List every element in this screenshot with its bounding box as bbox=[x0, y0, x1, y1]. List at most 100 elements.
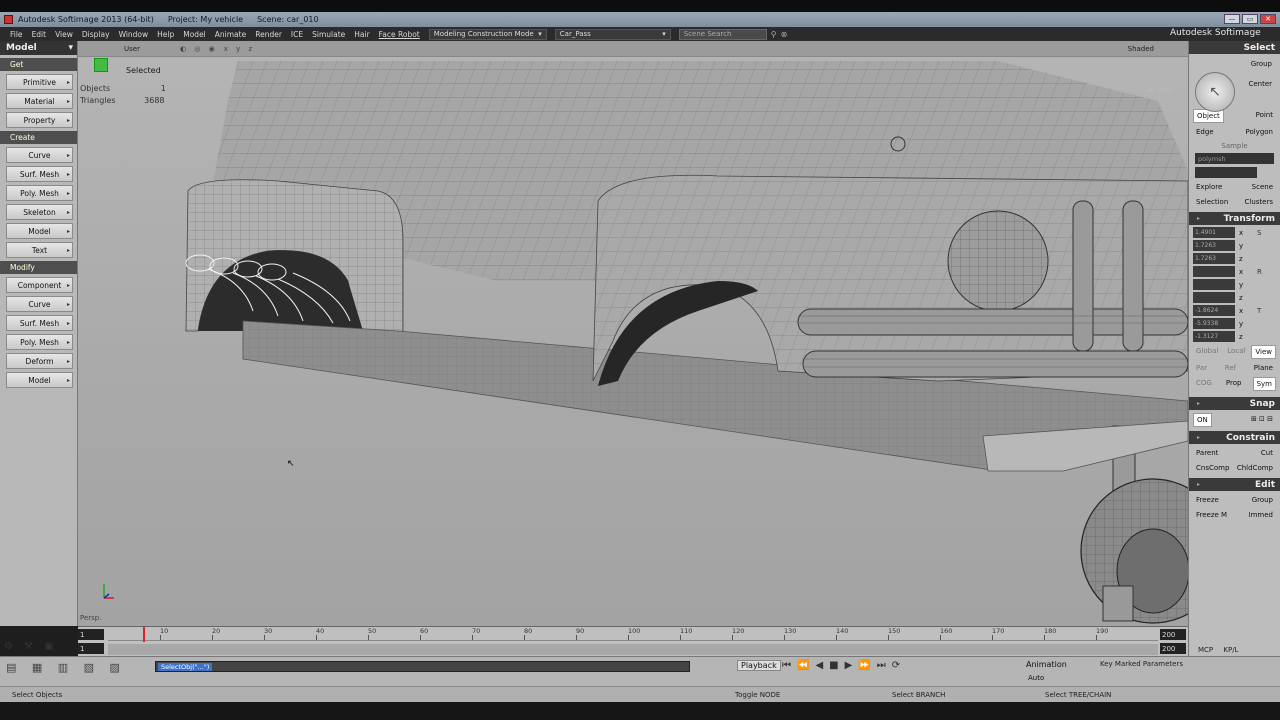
select-row2: Edge Polygon bbox=[1189, 126, 1280, 138]
menu-render[interactable]: Render bbox=[255, 30, 282, 39]
playback-controls-icon[interactable]: ⏮⏪◀■▶⏩⏭⟳ bbox=[782, 660, 906, 671]
prop-button[interactable]: Prop bbox=[1223, 377, 1245, 391]
create-text-button[interactable]: Text bbox=[6, 242, 73, 258]
key-marked-parameters-button[interactable]: Key Marked Parameters bbox=[1100, 660, 1183, 668]
auto-key-toggle[interactable]: Auto bbox=[1028, 674, 1044, 682]
cut-button[interactable]: Cut bbox=[1258, 447, 1276, 459]
polygon-select-button[interactable]: Polygon bbox=[1242, 126, 1276, 138]
scale-x-field[interactable]: 1.4901 bbox=[1193, 227, 1235, 238]
scene-button[interactable]: Scene bbox=[1249, 181, 1276, 193]
scene-search-input[interactable]: Scene Search bbox=[678, 28, 767, 40]
menu-hair[interactable]: Hair bbox=[354, 30, 369, 39]
material-button[interactable]: Material bbox=[6, 93, 73, 109]
snap-on-toggle[interactable]: ON bbox=[1193, 413, 1212, 427]
sym-button[interactable]: Sym bbox=[1252, 377, 1276, 391]
tick-label: 10 bbox=[160, 627, 169, 640]
clear-search-icon[interactable]: ⊗ bbox=[781, 30, 788, 39]
global-button[interactable]: Global bbox=[1193, 345, 1221, 359]
animation-menu[interactable]: Animation bbox=[1026, 660, 1067, 669]
local-button[interactable]: Local bbox=[1224, 345, 1248, 359]
mode-dropdown[interactable]: Modeling Construction Mode ▾ bbox=[428, 28, 547, 40]
cog-button[interactable]: COG bbox=[1193, 377, 1215, 391]
property-button[interactable]: Property bbox=[6, 112, 73, 128]
chldcomp-button[interactable]: ChldComp bbox=[1234, 462, 1276, 474]
point-select-button[interactable]: Point bbox=[1253, 109, 1276, 123]
modify-curve-button[interactable]: Curve bbox=[6, 296, 73, 312]
close-button[interactable]: ✕ bbox=[1260, 14, 1276, 24]
pass-dropdown[interactable]: Car_Pass ▾ bbox=[554, 28, 671, 40]
modify-surf-mesh-button[interactable]: Surf. Mesh bbox=[6, 315, 73, 331]
snap-options-icon[interactable]: ⊞ ⊡ ⊟ bbox=[1248, 413, 1276, 427]
modify-poly-mesh-button[interactable]: Poly. Mesh bbox=[6, 334, 73, 350]
menu-window[interactable]: Window bbox=[119, 30, 149, 39]
modify-model-button[interactable]: Model bbox=[6, 372, 73, 388]
menu-help[interactable]: Help bbox=[157, 30, 174, 39]
plane-button[interactable]: Plane bbox=[1251, 362, 1276, 374]
scale-z-field[interactable]: 1.7263 bbox=[1193, 253, 1235, 264]
immed-button[interactable]: Immed bbox=[1246, 509, 1276, 521]
timeline-ruler[interactable]: 10 20 30 40 50 60 70 80 90 100 110 120 1… bbox=[108, 627, 1158, 642]
constrain-title: Constrain bbox=[1226, 432, 1275, 443]
trans-y-field[interactable]: -5.9338 bbox=[1193, 318, 1235, 329]
freeze-m-button[interactable]: Freeze M bbox=[1193, 509, 1230, 521]
menu-file[interactable]: File bbox=[10, 30, 23, 39]
create-skeleton-button[interactable]: Skeleton bbox=[6, 204, 73, 220]
timeline-range-strip[interactable] bbox=[108, 644, 1158, 655]
create-poly-mesh-button[interactable]: Poly. Mesh bbox=[6, 185, 73, 201]
toolbar-header[interactable]: Model ▾ bbox=[0, 41, 77, 55]
clusters-button[interactable]: Clusters bbox=[1242, 196, 1277, 208]
explore-button[interactable]: Explore bbox=[1193, 181, 1225, 193]
menu-view[interactable]: View bbox=[55, 30, 73, 39]
sample-button[interactable]: Sample bbox=[1189, 142, 1280, 150]
transport-tools-icon[interactable]: ▤ ▦ ▥ ▧ ▨ bbox=[6, 661, 126, 674]
trans-z-field[interactable]: -1.3127 bbox=[1193, 331, 1235, 342]
timeline-end2-field[interactable]: 200 bbox=[1160, 643, 1186, 654]
view-tools-icon[interactable]: ⚙ ⚒ ▣ bbox=[4, 641, 58, 652]
view-button[interactable]: View bbox=[1251, 345, 1276, 359]
tab-kpl[interactable]: KP/L bbox=[1223, 646, 1238, 654]
center-select-button[interactable]: Center bbox=[1248, 80, 1272, 88]
scale-y-field[interactable]: 1.7263 bbox=[1193, 240, 1235, 251]
selection-filter-field[interactable] bbox=[1195, 167, 1257, 178]
group-select-button[interactable]: Group bbox=[1251, 60, 1272, 68]
tab-mcp[interactable]: MCP bbox=[1198, 646, 1213, 654]
create-curve-button[interactable]: Curve bbox=[6, 147, 73, 163]
create-model-button[interactable]: Model bbox=[6, 223, 73, 239]
timeline-end-field[interactable]: 200 bbox=[1160, 629, 1186, 640]
group-button[interactable]: Group bbox=[1249, 494, 1276, 506]
cnscomp-button[interactable]: CnsComp bbox=[1193, 462, 1232, 474]
menu-simulate[interactable]: Simulate bbox=[312, 30, 345, 39]
menu-model[interactable]: Model bbox=[183, 30, 206, 39]
maximize-button[interactable]: ▭ bbox=[1242, 14, 1258, 24]
timeline-current-field[interactable]: 1 bbox=[78, 643, 104, 654]
rot-y-field[interactable] bbox=[1193, 279, 1235, 290]
search-icon[interactable]: ⚲ bbox=[771, 30, 777, 39]
menu-ice[interactable]: ICE bbox=[291, 30, 303, 39]
selection-name-field[interactable]: polymsh bbox=[1195, 153, 1274, 164]
command-line-input[interactable]: SelectObj("...") bbox=[155, 661, 690, 672]
timeline-playhead[interactable] bbox=[143, 627, 145, 642]
rot-z-field[interactable] bbox=[1193, 292, 1235, 303]
playback-button[interactable]: Playback bbox=[737, 660, 781, 671]
trans-x-field[interactable]: -1.8624 bbox=[1193, 305, 1235, 316]
par-button[interactable]: Par bbox=[1193, 362, 1210, 374]
primitive-button[interactable]: Primitive bbox=[6, 74, 73, 90]
edge-select-button[interactable]: Edge bbox=[1193, 126, 1217, 138]
minimize-button[interactable]: — bbox=[1224, 14, 1240, 24]
timeline[interactable]: 1 1 10 20 30 40 50 60 70 80 90 100 110 1… bbox=[78, 626, 1188, 656]
parent-button[interactable]: Parent bbox=[1193, 447, 1221, 459]
rot-x-field[interactable] bbox=[1193, 266, 1235, 277]
menu-face-robot[interactable]: Face Robot bbox=[379, 30, 420, 39]
ref-button[interactable]: Ref bbox=[1222, 362, 1239, 374]
create-surf-mesh-button[interactable]: Surf. Mesh bbox=[6, 166, 73, 182]
modify-component-button[interactable]: Component bbox=[6, 277, 73, 293]
3d-viewport[interactable]: User ◐ ◎ ◉ x y z Shaded Selected Objects… bbox=[78, 41, 1188, 626]
modify-deform-button[interactable]: Deform bbox=[6, 353, 73, 369]
selection-button[interactable]: Selection bbox=[1193, 196, 1231, 208]
menu-animate[interactable]: Animate bbox=[215, 30, 246, 39]
menu-display[interactable]: Display bbox=[82, 30, 110, 39]
menu-edit[interactable]: Edit bbox=[32, 30, 47, 39]
select-arrow-icon[interactable]: ↖ bbox=[1195, 72, 1235, 112]
freeze-button[interactable]: Freeze bbox=[1193, 494, 1222, 506]
timeline-start-field[interactable]: 1 bbox=[78, 629, 104, 640]
